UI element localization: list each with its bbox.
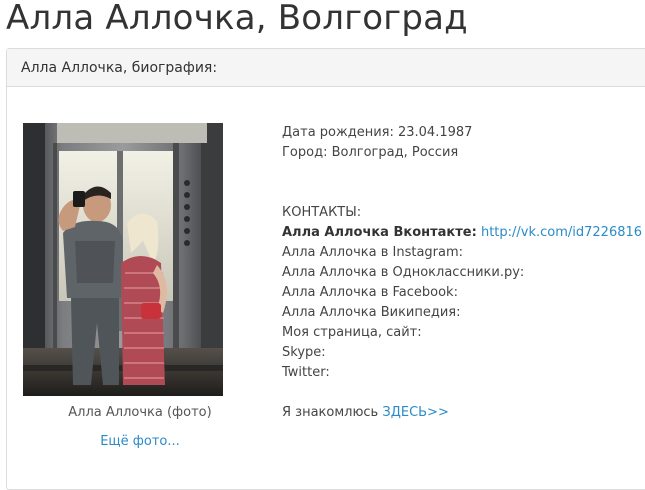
- vk-label: Алла Аллочка Вконтакте:: [282, 225, 477, 240]
- panel-heading: Алла Аллочка, биография:: [7, 49, 645, 87]
- skype-row: Skype:: [282, 345, 326, 360]
- instagram-row: Алла Аллочка в Instagram:: [282, 245, 464, 260]
- biography-panel: Алла Аллочка, биография: Алла Аллочка (ф…: [6, 48, 645, 490]
- photo-caption: Алла Аллочка (фото): [68, 405, 212, 420]
- site-row: Моя страница, сайт:: [282, 325, 422, 340]
- contacts-label: КОНТАКТЫ:: [282, 205, 362, 220]
- meet-row: Я знакомлюсь ЗДЕСЬ>>: [282, 403, 642, 423]
- city: Город: Волгоград, Россия: [282, 145, 459, 160]
- twitter-row: Twitter:: [282, 365, 330, 380]
- profile-photo[interactable]: [23, 123, 223, 396]
- spacer-2: [282, 383, 642, 403]
- meet-text: Я знакомлюсь: [282, 405, 379, 420]
- vk-link[interactable]: http://vk.com/id7226816: [481, 225, 642, 240]
- wikipedia-row: Алла Аллочка Википедия:: [282, 305, 461, 320]
- more-photos-link[interactable]: Ещё фото...: [23, 434, 257, 449]
- odnoklassniki-row: Алла Аллочка в Одноклассники.ру:: [282, 265, 525, 280]
- profile-info: Дата рождения: 23.04.1987 Город: Волгогр…: [282, 123, 642, 423]
- facebook-row: Алла Аллочка в Facebook:: [282, 285, 458, 300]
- birth-date: Дата рождения: 23.04.1987: [282, 125, 473, 140]
- page-title: Алла Аллочка, Волгоград: [6, 0, 468, 38]
- vk-row: Алла Аллочка Вконтакте: http://vk.com/id…: [282, 223, 642, 243]
- meet-link[interactable]: ЗДЕСЬ>>: [382, 405, 449, 420]
